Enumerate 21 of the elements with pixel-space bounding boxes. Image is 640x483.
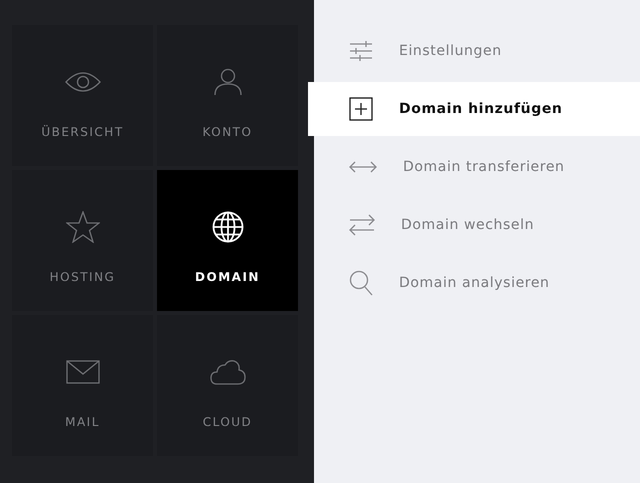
- menu-item[interactable]: Domain transferieren: [314, 138, 640, 196]
- mail-icon: [66, 360, 100, 384]
- menu-item[interactable]: Domain wechseln: [314, 196, 640, 254]
- menu-item[interactable]: Domain analysieren: [314, 254, 640, 312]
- double-arrow-icon: [349, 161, 377, 173]
- nav-tile[interactable]: CLOUD: [157, 315, 298, 456]
- globe-icon: [212, 211, 244, 243]
- nav-tile[interactable]: DOMAIN: [157, 170, 298, 311]
- star-icon: [66, 211, 100, 243]
- add-icon: [349, 97, 373, 121]
- sliders-icon: [349, 41, 373, 61]
- nav-tile[interactable]: KONTO: [157, 25, 298, 166]
- nav-tile[interactable]: MAIL: [12, 315, 153, 456]
- cloud-icon: [210, 359, 246, 385]
- menu-item[interactable]: Einstellungen: [314, 22, 640, 80]
- nav-tile[interactable]: HOSTING: [12, 170, 153, 311]
- nav-tile[interactable]: ÜBERSICHT: [12, 25, 153, 166]
- swap-icon: [349, 214, 375, 236]
- menu-item[interactable]: Domain hinzufügen: [308, 82, 640, 136]
- search-icon: [349, 270, 373, 296]
- user-icon: [212, 68, 242, 96]
